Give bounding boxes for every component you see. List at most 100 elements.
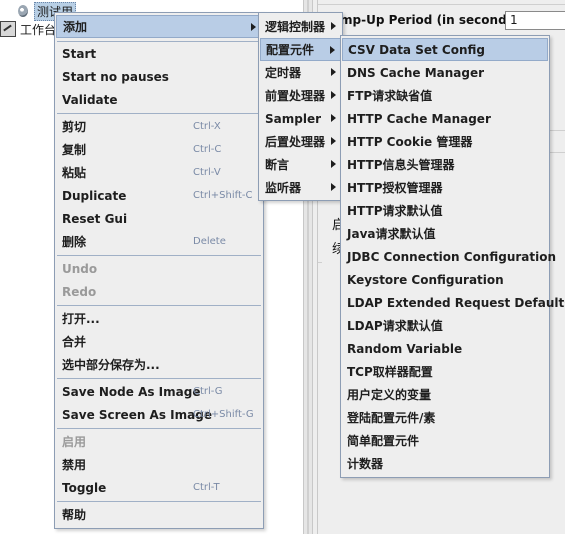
menu-item-label: 启用: [62, 435, 87, 449]
menu-item-label: Toggle: [62, 480, 107, 495]
config-item-tcp-sampler-config[interactable]: TCP取样器配置: [342, 360, 548, 383]
submenu-item-pre-processor[interactable]: 前置处理器: [260, 84, 341, 107]
menu-item-label: Save Node As Image: [62, 384, 201, 399]
menu-item-label: 计数器: [347, 457, 384, 471]
menu-item-label: Start no pauses: [62, 69, 169, 84]
config-item-csv-data-set-config[interactable]: CSV Data Set Config: [342, 38, 548, 61]
menu-item-label: 合并: [62, 335, 87, 349]
menu-item-enable: 启用: [56, 430, 262, 453]
config-item-ftp-defaults[interactable]: FTP请求缺省值: [342, 84, 548, 107]
submenu-arrow-icon: [251, 23, 256, 31]
config-item-http-auth-manager[interactable]: HTTP授权管理器: [342, 176, 548, 199]
menu-item-toggle[interactable]: Toggle Ctrl-T: [56, 476, 262, 499]
menu-item-shortcut: Ctrl-G: [193, 386, 223, 397]
menu-separator: [57, 378, 261, 379]
submenu-item-timer[interactable]: 定时器: [260, 61, 341, 84]
tree-node-workbench-label: 工作台: [20, 22, 57, 37]
config-item-http-cache-manager[interactable]: HTTP Cache Manager: [342, 107, 548, 130]
submenu-arrow-icon: [331, 160, 336, 168]
menu-item-cut[interactable]: 剪切 Ctrl-X: [56, 115, 262, 138]
menu-item-help[interactable]: 帮助: [56, 503, 262, 526]
config-item-random-variable[interactable]: Random Variable: [342, 337, 548, 360]
menu-item-label: Redo: [62, 284, 97, 299]
menu-item-label: 简单配置元件: [347, 434, 420, 448]
menu-item-label: Duplicate: [62, 188, 127, 203]
submenu-arrow-icon: [331, 68, 336, 76]
config-item-dns-cache-manager[interactable]: DNS Cache Manager: [342, 61, 548, 84]
config-item-jdbc-connection-configuration[interactable]: JDBC Connection Configuration: [342, 245, 556, 268]
menu-item-shortcut: Ctrl-V: [193, 167, 221, 178]
menu-item-label: Reset Gui: [62, 211, 128, 226]
menu-item-save-screen-as-image[interactable]: Save Screen As Image Ctrl+Shift-G: [56, 403, 262, 426]
config-item-java-request-defaults[interactable]: Java请求默认值: [342, 222, 548, 245]
menu-separator: [57, 255, 261, 256]
submenu-arrow-icon: [331, 114, 336, 122]
menu-item-validate[interactable]: Validate: [56, 88, 262, 111]
menu-item-label: 后置处理器: [265, 135, 326, 149]
menu-item-duplicate[interactable]: Duplicate Ctrl+Shift-C: [56, 184, 262, 207]
menu-item-reset-gui[interactable]: Reset Gui: [56, 207, 262, 230]
menu-item-shortcut: Ctrl+Shift-C: [193, 190, 253, 201]
menu-item-save-node-as-image[interactable]: Save Node As Image Ctrl-G: [56, 380, 262, 403]
config-item-ldap-extended-request-defaults[interactable]: LDAP Extended Request Defaults: [342, 291, 565, 314]
submenu-item-post-processor[interactable]: 后置处理器: [260, 130, 341, 153]
menu-item-label: Java请求默认值: [347, 227, 436, 241]
menu-item-open[interactable]: 打开...: [56, 307, 262, 330]
submenu-item-sampler[interactable]: Sampler: [260, 107, 341, 130]
submenu-item-config-element[interactable]: 配置元件: [260, 38, 341, 61]
menu-item-shortcut: Delete: [193, 236, 226, 247]
submenu-item-logic-controller[interactable]: 逻辑控制器: [260, 15, 341, 38]
menu-item-label: Save Screen As Image: [62, 407, 212, 422]
submenu-arrow-icon: [330, 46, 335, 54]
menu-item-label: 帮助: [62, 508, 87, 522]
submenu-arrow-icon: [331, 137, 336, 145]
menu-item-save-selection-as[interactable]: 选中部分保存为...: [56, 353, 262, 376]
config-item-user-defined-variables[interactable]: 用户定义的变量: [342, 383, 548, 406]
menu-item-copy[interactable]: 复制 Ctrl-C: [56, 138, 262, 161]
menu-item-label: JDBC Connection Configuration: [347, 249, 557, 264]
config-item-ldap-request-defaults[interactable]: LDAP请求默认值: [342, 314, 548, 337]
menu-item-label: 删除: [62, 235, 87, 249]
ramp-up-input[interactable]: 1: [505, 11, 565, 30]
menu-item-label: HTTP信息头管理器: [347, 158, 455, 172]
config-element-submenu: CSV Data Set Config DNS Cache Manager FT…: [340, 35, 565, 478]
menu-item-disable[interactable]: 禁用: [56, 453, 262, 476]
menu-item-add[interactable]: 添加: [56, 15, 262, 38]
submenu-arrow-icon: [331, 22, 336, 30]
config-item-counter[interactable]: 计数器: [342, 452, 548, 475]
menu-item-merge[interactable]: 合并: [56, 330, 262, 353]
menu-item-label: 配置元件: [266, 43, 315, 57]
menu-item-shortcut: Ctrl-C: [193, 144, 222, 155]
menu-separator: [57, 501, 261, 502]
config-item-login-config-element[interactable]: 登陆配置元件/素: [342, 406, 548, 429]
menu-item-label: 粘贴: [62, 166, 87, 180]
panel-border-line: [318, 262, 322, 263]
menu-item-label: 前置处理器: [265, 89, 326, 103]
menu-separator: [57, 428, 261, 429]
menu-item-label: 剪切: [62, 120, 87, 134]
config-item-http-cookie-manager[interactable]: HTTP Cookie 管理器: [342, 130, 548, 153]
submenu-item-listener[interactable]: 监听器: [260, 176, 341, 199]
ramp-up-label: mp-Up Period (in seconds):: [340, 13, 525, 27]
menu-item-label: Sampler: [265, 111, 322, 126]
menu-item-delete[interactable]: 删除 Delete: [56, 230, 262, 253]
config-item-simple-config-element[interactable]: 简单配置元件: [342, 429, 548, 452]
submenu-arrow-icon: [331, 91, 336, 99]
menu-item-label: TCP取样器配置: [347, 365, 433, 379]
menu-item-paste[interactable]: 粘贴 Ctrl-V: [56, 161, 262, 184]
menu-separator: [57, 113, 261, 114]
config-item-keystore-configuration[interactable]: Keystore Configuration: [342, 268, 548, 291]
menu-item-label: 定时器: [265, 66, 302, 80]
menu-item-start-no-pauses[interactable]: Start no pauses: [56, 65, 262, 88]
menu-item-label: 打开...: [62, 312, 100, 326]
menu-item-start[interactable]: Start: [56, 42, 262, 65]
menu-item-shortcut: Ctrl+Shift-G: [193, 409, 254, 420]
submenu-item-assertion[interactable]: 断言: [260, 153, 341, 176]
config-item-http-request-defaults[interactable]: HTTP请求默认值: [342, 199, 548, 222]
config-item-http-header-manager[interactable]: HTTP信息头管理器: [342, 153, 548, 176]
menu-item-label: CSV Data Set Config: [348, 42, 485, 57]
menu-item-label: LDAP请求默认值: [347, 319, 443, 333]
tree-node-workbench[interactable]: 工作台: [0, 20, 56, 38]
menu-item-label: Undo: [62, 261, 98, 276]
menu-item-label: 用户定义的变量: [347, 388, 432, 402]
